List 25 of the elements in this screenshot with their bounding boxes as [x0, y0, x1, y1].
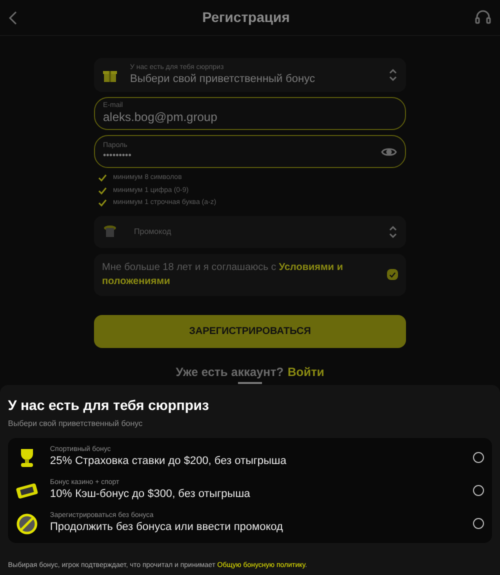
field-value: Выбери свой приветственный бонус [130, 72, 316, 86]
back-icon[interactable] [8, 10, 18, 24]
login-link[interactable]: Войти [288, 362, 324, 380]
no-bonus-icon [16, 512, 38, 534]
terms-checkbox[interactable] [387, 269, 398, 280]
terms-text: Мне больше 18 лет и я соглашаюсь с Условиями и положениями [102, 260, 344, 288]
radio-button[interactable] [473, 518, 484, 529]
page-title: Регистрация [202, 8, 290, 27]
sheet-subtitle: Выбери свой приветственный бонус [8, 418, 144, 430]
chevron-updown-icon [388, 68, 398, 82]
option-value: Продолжить без бонуса или ввести промокод [50, 521, 284, 535]
register-button[interactable]: ЗАРЕГИСТРИРОВАТЬСЯ [94, 314, 406, 348]
chevron-updown-icon [388, 224, 398, 238]
option-value: 25% Страховка ставки до $200, без отыгрыша [50, 455, 288, 469]
promo-placeholder: Промокод [134, 226, 172, 238]
radio-button[interactable] [473, 452, 484, 463]
option-value: 10% Кэш-бонус до $300, без отыгрыша [50, 488, 252, 502]
field-value: ••••••••• [103, 150, 132, 162]
hat-icon [102, 224, 118, 240]
sheet-title: У нас есть для тебя сюрприз [8, 396, 210, 415]
radio-button[interactable] [473, 485, 484, 496]
login-prompt: Уже есть аккаунт? [176, 364, 284, 380]
field-value: aleks.bog@pm.group [103, 110, 218, 126]
headset-icon[interactable] [474, 8, 492, 26]
eye-icon[interactable] [381, 146, 397, 158]
